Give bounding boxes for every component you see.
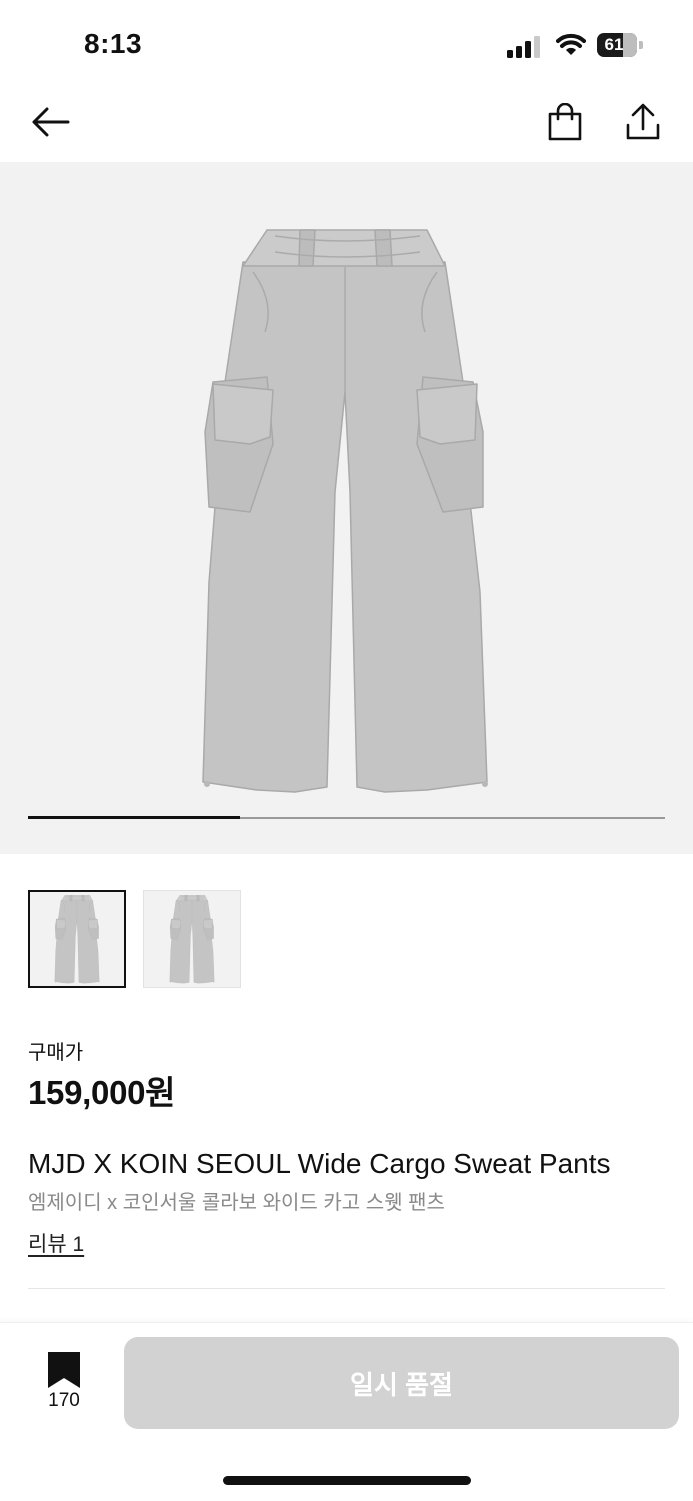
back-arrow-icon: [32, 107, 70, 137]
share-button[interactable]: [619, 98, 667, 146]
back-button[interactable]: [26, 98, 74, 146]
thumbnail-image: [49, 894, 105, 984]
bookmark-button[interactable]: [44, 1350, 84, 1390]
thumbnail-1[interactable]: [28, 890, 126, 988]
shopping-bag-button[interactable]: [541, 98, 589, 146]
product-title: MJD X KOIN SEOUL Wide Cargo Sweat Pants: [28, 1148, 611, 1179]
sold-out-button[interactable]: 일시 품절: [124, 1337, 679, 1429]
shopping-bag-icon: [548, 103, 582, 141]
battery-icon: 61: [597, 33, 645, 57]
home-indicator[interactable]: [223, 1476, 471, 1485]
battery-level: 61: [604, 35, 624, 54]
thumbnail-image: [164, 894, 220, 984]
status-time: 8:13: [84, 28, 143, 59]
gallery-progress-indicator: [28, 816, 240, 819]
product-price: 159,000원: [28, 1074, 176, 1111]
product-subtitle: 엠제이디 x 코인서울 콜라보 와이드 카고 스웻 팬츠: [28, 1192, 445, 1214]
wifi-icon: [556, 33, 586, 57]
review-link[interactable]: 리뷰 1: [28, 1228, 84, 1258]
share-icon: [626, 103, 660, 140]
bookmark-icon: [48, 1352, 80, 1388]
price-label: 구매가: [28, 1042, 84, 1064]
thumbnail-2[interactable]: [143, 890, 241, 988]
signal-icon: [507, 36, 541, 58]
product-main-image[interactable]: [195, 222, 495, 797]
bookmark-count: 170: [48, 1390, 80, 1411]
divider: [28, 1288, 665, 1289]
